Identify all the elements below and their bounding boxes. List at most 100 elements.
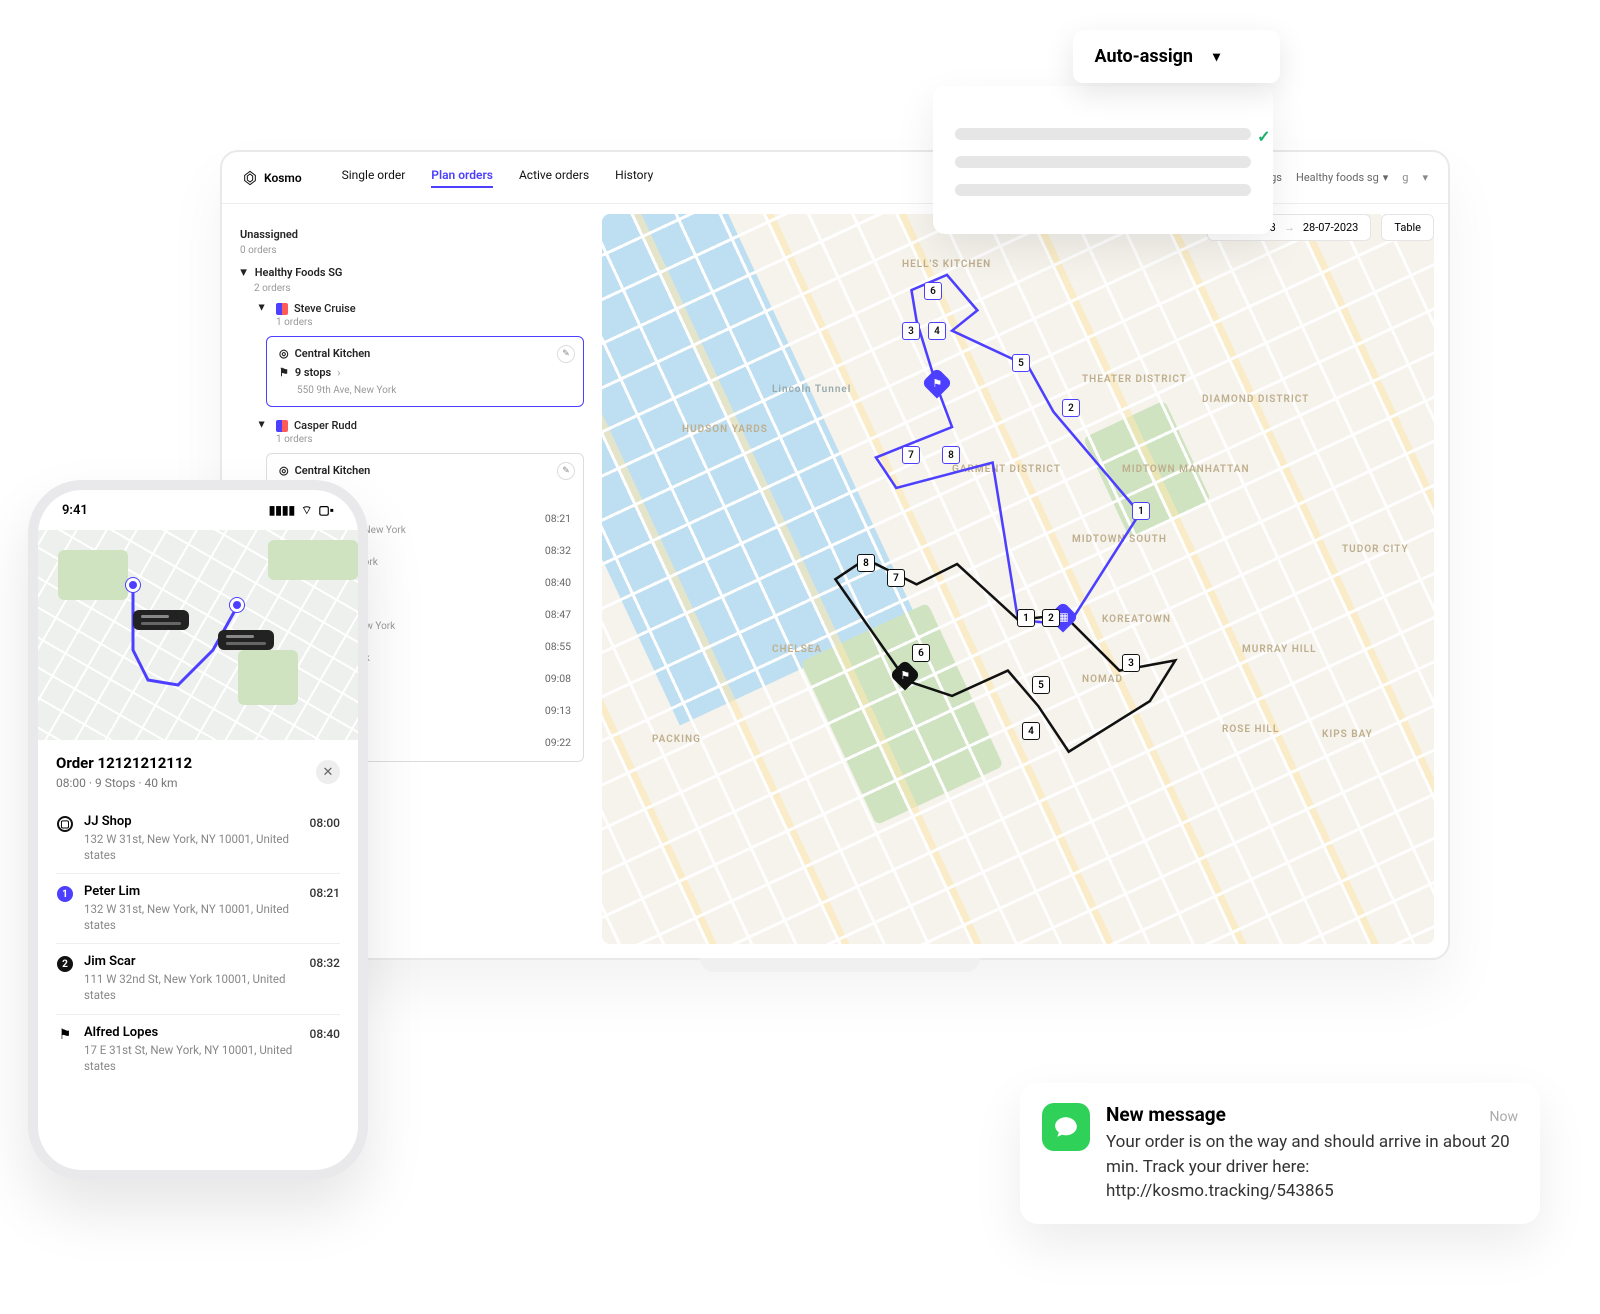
route-lines bbox=[38, 530, 358, 740]
stop-number-icon: 1 bbox=[57, 886, 73, 902]
team-name: Healthy Foods SG bbox=[255, 266, 343, 279]
driver-item[interactable]: ▶ Steve Cruise bbox=[258, 302, 584, 315]
close-icon: ✕ bbox=[323, 765, 334, 780]
logo-icon bbox=[242, 170, 258, 186]
stop-marker[interactable]: 3 bbox=[1122, 654, 1140, 672]
driver-icon bbox=[276, 420, 288, 432]
stop-time: 08:21 bbox=[545, 512, 571, 536]
org-select[interactable]: Healthy foods sg ▾ bbox=[1296, 171, 1388, 184]
user-avatar[interactable]: g bbox=[1402, 171, 1408, 184]
stop-time: 09:08 bbox=[545, 672, 571, 696]
map-pin[interactable] bbox=[126, 578, 140, 592]
stop-marker[interactable]: 1 bbox=[1132, 502, 1150, 520]
view-toggle-table[interactable]: Table bbox=[1381, 214, 1434, 241]
stop-marker[interactable]: 3 bbox=[902, 322, 920, 340]
target-icon: ◎ bbox=[279, 464, 289, 477]
stop-name: Jim Scar bbox=[84, 954, 300, 969]
route-lines bbox=[602, 214, 1434, 863]
team-count: 2 orders bbox=[254, 283, 584, 294]
laptop-screen: Kosmo Single order Plan orders Active or… bbox=[220, 150, 1450, 960]
close-button[interactable]: ✕ bbox=[316, 760, 340, 784]
auto-assign-widget: Auto-assign ▾ ✓ bbox=[1073, 30, 1280, 83]
route-origin: Central Kitchen bbox=[295, 464, 371, 477]
stop-marker[interactable]: 4 bbox=[1022, 722, 1040, 740]
route-card[interactable]: ✎ ◎Central Kitchen ⚑9 stops› 550 9th Ave… bbox=[266, 336, 584, 407]
stop-marker[interactable]: 8 bbox=[857, 554, 875, 572]
unassigned-heading[interactable]: Unassigned bbox=[240, 228, 584, 241]
edit-button[interactable]: ✎ bbox=[557, 462, 575, 480]
nav-tabs: Single order Plan orders Active orders H… bbox=[342, 168, 654, 188]
team-heading[interactable]: ▶ Healthy Foods SG bbox=[240, 266, 584, 279]
stop-marker[interactable]: 2 bbox=[1042, 609, 1060, 627]
order-summary: 08:00 · 9 Stops · 40 km bbox=[56, 776, 192, 790]
phone-mockup: 9:41 ▮▮▮▮ ⌔ ▢▪ Order 12121212112 08:00 ·… bbox=[28, 480, 368, 1180]
order-sheet: Order 12121212112 08:00 · 9 Stops · 40 k… bbox=[38, 740, 358, 1098]
notification-body: Your order is on the way and should arri… bbox=[1106, 1130, 1518, 1204]
chevron-down-icon: ▾ bbox=[1422, 171, 1428, 184]
auto-assign-button[interactable]: Auto-assign ▾ bbox=[1073, 30, 1280, 83]
stop-marker[interactable]: 5 bbox=[1032, 676, 1050, 694]
edit-button[interactable]: ✎ bbox=[557, 345, 575, 363]
tab-plan-orders[interactable]: Plan orders bbox=[431, 168, 493, 188]
stop-marker[interactable]: 6 bbox=[912, 644, 930, 662]
map-pin[interactable] bbox=[230, 598, 244, 612]
phone-clock: 9:41 bbox=[62, 503, 88, 518]
org-name: Healthy foods sg bbox=[1296, 171, 1379, 184]
flag-icon: ⚑ bbox=[932, 377, 942, 390]
stop-item[interactable]: 2 Jim Scar 111 W 32nd St, New York 10001… bbox=[56, 944, 340, 1014]
tab-history[interactable]: History bbox=[615, 168, 653, 188]
stop-time: 08:40 bbox=[310, 1025, 340, 1074]
assign-option-placeholder[interactable] bbox=[955, 184, 1251, 196]
stop-name: Alfred Lopes bbox=[84, 1025, 300, 1040]
route-map[interactable]: HELL'S KITCHEN THEATER DISTRICT DIAMOND … bbox=[602, 214, 1434, 944]
stop-address: 132 W 31st, New York, NY 10001, United s… bbox=[84, 901, 300, 933]
driver-name: Casper Rudd bbox=[294, 419, 357, 432]
stop-marker[interactable]: 7 bbox=[902, 446, 920, 464]
brand-logo: Kosmo bbox=[242, 170, 302, 186]
wifi-icon: ⌔ bbox=[301, 503, 312, 518]
tab-active-orders[interactable]: Active orders bbox=[519, 168, 589, 188]
stop-marker[interactable]: 4 bbox=[928, 322, 946, 340]
chevron-down-icon: ▾ bbox=[1383, 171, 1389, 184]
brand-name: Kosmo bbox=[264, 171, 302, 185]
stops-list: ▢ JJ Shop 132 W 31st, New York, NY 10001… bbox=[56, 804, 340, 1084]
stop-time: 08:55 bbox=[545, 640, 571, 664]
tab-single-order[interactable]: Single order bbox=[342, 168, 406, 188]
stop-marker[interactable]: 5 bbox=[1012, 354, 1030, 372]
stop-item[interactable]: ▢ JJ Shop 132 W 31st, New York, NY 10001… bbox=[56, 804, 340, 874]
arrow-right-icon: → bbox=[1284, 221, 1295, 234]
chevron-down-icon: ▶ bbox=[258, 422, 267, 430]
phone-map[interactable] bbox=[38, 530, 358, 740]
stop-item[interactable]: ⚑ Alfred Lopes 17 E 31st St, New York, N… bbox=[56, 1015, 340, 1084]
assign-option-placeholder[interactable]: ✓ bbox=[955, 128, 1251, 140]
stop-name: JJ Shop bbox=[84, 814, 300, 829]
assign-option-placeholder[interactable] bbox=[955, 156, 1251, 168]
map-tooltip bbox=[133, 610, 189, 630]
stop-marker[interactable]: 7 bbox=[887, 569, 905, 587]
battery-icon: ▢▪ bbox=[318, 503, 334, 517]
driver-item[interactable]: ▶ Casper Rudd bbox=[258, 419, 584, 432]
notification-time: Now bbox=[1490, 1109, 1519, 1125]
unassigned-count: 0 orders bbox=[240, 245, 584, 256]
stop-marker[interactable]: 8 bbox=[942, 446, 960, 464]
stop-marker[interactable]: 2 bbox=[1062, 399, 1080, 417]
notification-title: New message bbox=[1106, 1103, 1226, 1126]
route-address: 550 9th Ave, New York bbox=[297, 385, 571, 396]
flag-icon: ⚑ bbox=[59, 1027, 72, 1074]
pin-icon: ⚑ bbox=[279, 366, 289, 379]
stop-marker[interactable]: 6 bbox=[924, 282, 942, 300]
notification-card[interactable]: New message Now Your order is on the way… bbox=[1020, 1083, 1540, 1224]
target-icon: ◎ bbox=[279, 347, 289, 360]
chevron-down-icon: ▶ bbox=[240, 270, 249, 278]
stop-marker[interactable]: 1 bbox=[1017, 609, 1035, 627]
driver-icon bbox=[276, 303, 288, 315]
shop-icon: ▢ bbox=[57, 816, 73, 832]
stop-time: 08:00 bbox=[310, 814, 340, 863]
route-stops-label: 9 stops bbox=[295, 366, 331, 379]
order-title: Order 12121212112 bbox=[56, 754, 192, 772]
stop-name: Peter Lim bbox=[84, 884, 300, 899]
stop-item[interactable]: 1 Peter Lim 132 W 31st, New York, NY 100… bbox=[56, 874, 340, 944]
stop-time: 08:32 bbox=[310, 954, 340, 1003]
phone-status-bar: 9:41 ▮▮▮▮ ⌔ ▢▪ bbox=[38, 490, 358, 530]
driver-order-count: 1 orders bbox=[276, 434, 584, 445]
